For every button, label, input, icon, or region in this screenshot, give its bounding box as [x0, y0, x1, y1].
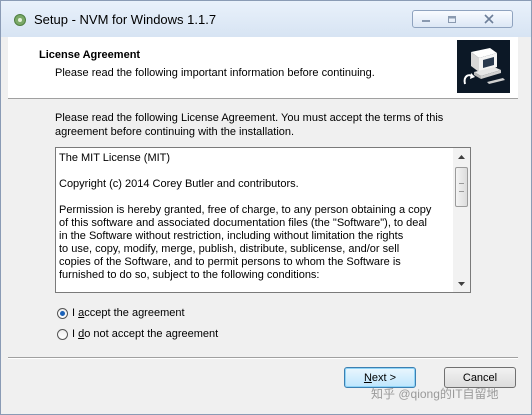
scroll-up-arrow[interactable] — [453, 148, 470, 165]
scroll-down-arrow[interactable] — [453, 275, 470, 292]
decline-option[interactable]: I do not accept the agreement — [57, 328, 218, 340]
license-paragraph: Copyright (c) 2014 Corey Butler and cont… — [59, 178, 299, 190]
license-paragraph: The MIT License (MIT) — [59, 152, 171, 164]
minimize-button[interactable] — [412, 10, 440, 28]
setup-window: Setup - NVM for Windows 1.1.7 License Ag… — [0, 0, 532, 415]
chevron-up-icon — [458, 154, 465, 159]
wizard-header: License Agreement Please read the follow… — [8, 37, 518, 99]
title-bar[interactable]: Setup - NVM for Windows 1.1.7 — [1, 1, 531, 37]
page-subtitle: Please read the following important info… — [55, 67, 375, 79]
minimize-icon — [422, 20, 430, 22]
decline-label[interactable]: I do not accept the agreement — [72, 328, 218, 340]
maximize-icon — [448, 15, 456, 23]
accept-option[interactable]: I accept the agreement — [57, 307, 185, 319]
accept-label[interactable]: I accept the agreement — [72, 307, 185, 319]
close-button[interactable] — [465, 10, 513, 28]
maximize-button[interactable] — [439, 10, 466, 28]
license-content: The MIT License (MIT) Copyright (c) 2014… — [59, 152, 452, 292]
scrollbar-thumb[interactable] — [455, 167, 468, 207]
chevron-down-icon — [458, 281, 465, 286]
footer-divider — [8, 357, 518, 359]
vertical-scrollbar[interactable] — [453, 148, 470, 292]
decline-radio[interactable] — [57, 328, 68, 340]
close-icon — [483, 14, 494, 24]
page-title: License Agreement — [39, 49, 141, 61]
license-paragraph: Permission is hereby granted, free of ch… — [59, 204, 432, 281]
license-text-area[interactable]: The MIT License (MIT) Copyright (c) 2014… — [55, 147, 471, 293]
nvm-leaf-icon — [14, 14, 26, 26]
watermark: 知乎 @qiong的IT自留地 — [371, 387, 499, 401]
window-title: Setup - NVM for Windows 1.1.7 — [34, 12, 217, 27]
accept-radio[interactable] — [57, 307, 68, 319]
computer-setup-icon — [457, 40, 510, 93]
license-instructions: Please read the following License Agreem… — [55, 112, 444, 138]
